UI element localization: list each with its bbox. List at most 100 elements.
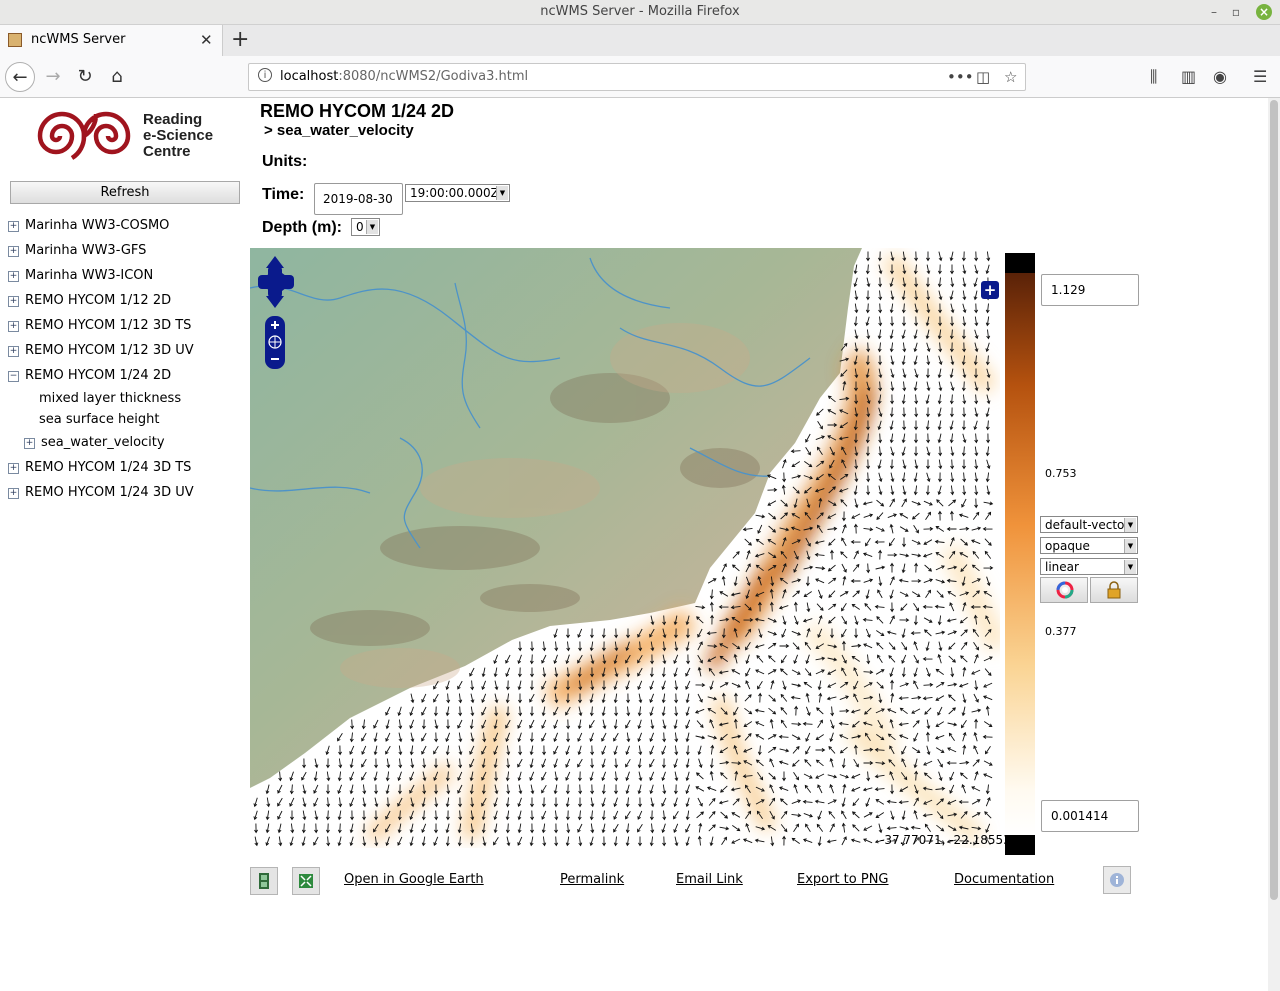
permalink-link[interactable]: Permalink <box>560 872 624 887</box>
vector-arrow <box>661 693 666 704</box>
date-field[interactable]: 2019-08-30 <box>314 183 403 215</box>
expand-icon[interactable]: + <box>8 321 19 332</box>
map-canvas[interactable] <box>250 248 1000 848</box>
opacity-select[interactable]: opaque ▼ <box>1040 537 1138 554</box>
expand-icon[interactable]: + <box>8 246 19 257</box>
dataset-label[interactable]: REMO HYCOM 1/24 3D TS <box>25 460 191 475</box>
documentation-link[interactable]: Documentation <box>954 872 1054 887</box>
vector-arrow <box>863 513 874 518</box>
star-icon[interactable]: ☆ <box>1004 66 1017 88</box>
export-png-link[interactable]: Export to PNG <box>797 872 889 887</box>
lock-scale-button[interactable] <box>1090 577 1138 603</box>
vector-arrow <box>709 758 714 769</box>
layer-switcher-icon[interactable]: + <box>981 281 999 299</box>
layer-label[interactable]: sea_water_velocity <box>41 435 165 450</box>
email-link[interactable]: Email Link <box>676 872 743 887</box>
scale-max-input[interactable]: 1.129 <box>1041 274 1139 306</box>
vector-arrow <box>780 719 787 728</box>
vector-arrow <box>709 680 714 691</box>
minimize-icon[interactable]: – <box>1206 4 1222 20</box>
dataset-item[interactable]: + Marinha WW3-COSMO <box>8 216 169 236</box>
dataset-item[interactable]: + REMO HYCOM 1/12 3D UV <box>8 341 194 361</box>
pan-zoom-control[interactable] <box>258 256 298 371</box>
refresh-button[interactable]: Refresh <box>10 181 240 204</box>
map[interactable] <box>250 248 1000 848</box>
layer-item[interactable]: sea surface height <box>39 410 160 430</box>
animation-button[interactable] <box>250 867 278 895</box>
dataset-label[interactable]: Marinha WW3-ICON <box>25 268 153 283</box>
reload-icon[interactable]: ↻ <box>70 62 100 92</box>
account-icon[interactable]: ◉ <box>1213 66 1227 88</box>
depth-select[interactable]: 0 ▼ <box>351 218 380 236</box>
dataset-label[interactable]: REMO HYCOM 1/12 3D UV <box>25 343 194 358</box>
vector-arrow <box>890 602 894 613</box>
vector-arrow <box>854 303 859 314</box>
expand-icon[interactable]: + <box>24 438 35 449</box>
vector-arrow <box>983 721 993 727</box>
expand-icon[interactable]: + <box>8 271 19 282</box>
style-value: default-vector <box>1045 518 1130 532</box>
vector-arrow <box>984 668 992 677</box>
vector-arrow <box>601 810 606 821</box>
vector-arrow <box>541 706 546 717</box>
vector-arrow <box>613 719 618 730</box>
vector-arrow <box>962 277 967 288</box>
dataset-label[interactable]: Marinha WW3-COSMO <box>25 218 169 233</box>
dataset-item[interactable]: + Marinha WW3-GFS <box>8 241 146 261</box>
time-select[interactable]: 19:00:00.000Z ▼ <box>405 184 510 202</box>
expand-icon[interactable]: + <box>8 488 19 499</box>
vector-arrow <box>924 823 931 832</box>
maximize-icon[interactable]: ▫ <box>1228 4 1244 20</box>
vector-arrow <box>913 329 918 340</box>
google-earth-link[interactable]: Open in Google Earth <box>344 872 484 887</box>
expand-icon[interactable]: + <box>8 221 19 232</box>
dataset-item[interactable]: + REMO HYCOM 1/24 3D UV <box>8 483 194 503</box>
url-text[interactable]: localhost:8080/ncWMS2/Godiva3.html <box>280 68 528 86</box>
menu-icon[interactable]: ☰ <box>1253 66 1267 88</box>
library-icon[interactable]: ⫼ <box>1150 66 1157 88</box>
dataset-label[interactable]: REMO HYCOM 1/24 2D <box>25 368 171 383</box>
vector-arrow <box>661 771 666 782</box>
more-icon[interactable]: ••• <box>947 66 974 88</box>
layer-item[interactable]: mixed layer thickness <box>39 389 181 409</box>
expand-icon[interactable]: + <box>8 463 19 474</box>
scrollbar-thumb[interactable] <box>1270 100 1278 900</box>
vector-arrow <box>842 380 847 391</box>
vector-arrow <box>793 615 799 626</box>
vector-arrow <box>791 734 801 740</box>
dataset-label[interactable]: REMO HYCOM 1/12 3D TS <box>25 318 191 333</box>
vector-arrow <box>458 745 463 756</box>
close-window-icon[interactable]: × <box>1256 4 1272 20</box>
fullscreen-button[interactable] <box>292 867 320 895</box>
dataset-label[interactable]: REMO HYCOM 1/12 2D <box>25 293 171 308</box>
expand-icon[interactable]: + <box>8 296 19 307</box>
scale-min-input[interactable]: 0.001414 <box>1041 800 1139 832</box>
dataset-item[interactable]: + Marinha WW3-ICON <box>8 266 153 286</box>
dataset-item[interactable]: + REMO HYCOM 1/24 3D TS <box>8 458 191 478</box>
style-select[interactable]: default-vector ▼ <box>1040 516 1138 533</box>
expand-icon[interactable]: + <box>8 346 19 357</box>
info-icon[interactable]: i <box>258 68 272 82</box>
layer-subtitle: > sea_water_velocity <box>264 122 414 139</box>
back-icon[interactable]: ← <box>5 62 35 92</box>
vector-arrow <box>948 642 956 650</box>
layer-item-selected[interactable]: + sea_water_velocity <box>24 433 165 453</box>
dataset-item[interactable]: − REMO HYCOM 1/24 2D <box>8 366 171 386</box>
dataset-label[interactable]: REMO HYCOM 1/24 3D UV <box>25 485 194 500</box>
pocket-icon[interactable]: ◫ <box>976 66 990 88</box>
vector-arrow <box>827 526 838 531</box>
scale-select[interactable]: linear ▼ <box>1040 558 1138 575</box>
dataset-label[interactable]: Marinha WW3-GFS <box>25 243 146 258</box>
palette-button[interactable] <box>1040 577 1088 603</box>
sidebar-icon[interactable]: ▥ <box>1181 66 1196 88</box>
info-button[interactable] <box>1103 866 1131 894</box>
collapse-icon[interactable]: − <box>8 371 19 382</box>
vector-arrow <box>922 813 933 818</box>
close-tab-icon[interactable]: ✕ <box>200 31 213 49</box>
dataset-item[interactable]: + REMO HYCOM 1/12 3D TS <box>8 316 191 336</box>
vector-arrow <box>876 630 885 636</box>
home-icon[interactable]: ⌂ <box>102 62 132 92</box>
forward-icon[interactable]: → <box>38 62 68 92</box>
dataset-item[interactable]: + REMO HYCOM 1/12 2D <box>8 291 171 311</box>
new-tab-icon[interactable]: + <box>231 27 249 53</box>
